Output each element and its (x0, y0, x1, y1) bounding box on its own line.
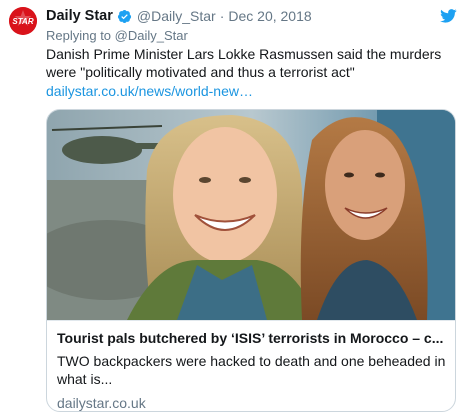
daily-star-logo-icon: STAR (9, 7, 37, 35)
reply-handle[interactable]: @Daily_Star (115, 28, 188, 43)
tweet-text: Danish Prime Minister Lars Lokke Rasmuss… (46, 46, 442, 80)
separator-dot: · (219, 8, 225, 24)
card-image[interactable] (47, 110, 455, 320)
link-card[interactable]: Tourist pals butchered by ‘ISIS’ terrori… (46, 109, 456, 412)
author-name[interactable]: Daily Star (46, 8, 113, 24)
twitter-bird-icon[interactable] (440, 9, 457, 23)
replying-to: Replying to @Daily_Star (46, 28, 188, 43)
tweet[interactable]: STAR Daily Star @Daily_Star · Dec 20, 20… (0, 0, 473, 413)
reply-prefix: Replying to (46, 28, 112, 43)
card-body[interactable]: Tourist pals butchered by ‘ISIS’ terrori… (47, 320, 455, 411)
card-domain: dailystar.co.uk (57, 395, 146, 411)
tweet-header: Daily Star @Daily_Star · Dec 20, 2018 (46, 6, 312, 26)
tweet-link[interactable]: dailystar.co.uk/news/world-new… (46, 83, 253, 99)
card-title[interactable]: Tourist pals butchered by ‘ISIS’ terrori… (57, 329, 447, 347)
card-description: TWO backpackers were hacked to death and… (57, 353, 446, 387)
verified-badge-icon (117, 9, 131, 23)
svg-text:STAR: STAR (12, 17, 33, 26)
card-photo (47, 110, 455, 320)
tweet-date[interactable]: Dec 20, 2018 (228, 8, 311, 24)
author-handle[interactable]: @Daily_Star (137, 8, 216, 24)
avatar[interactable]: STAR (9, 7, 37, 35)
